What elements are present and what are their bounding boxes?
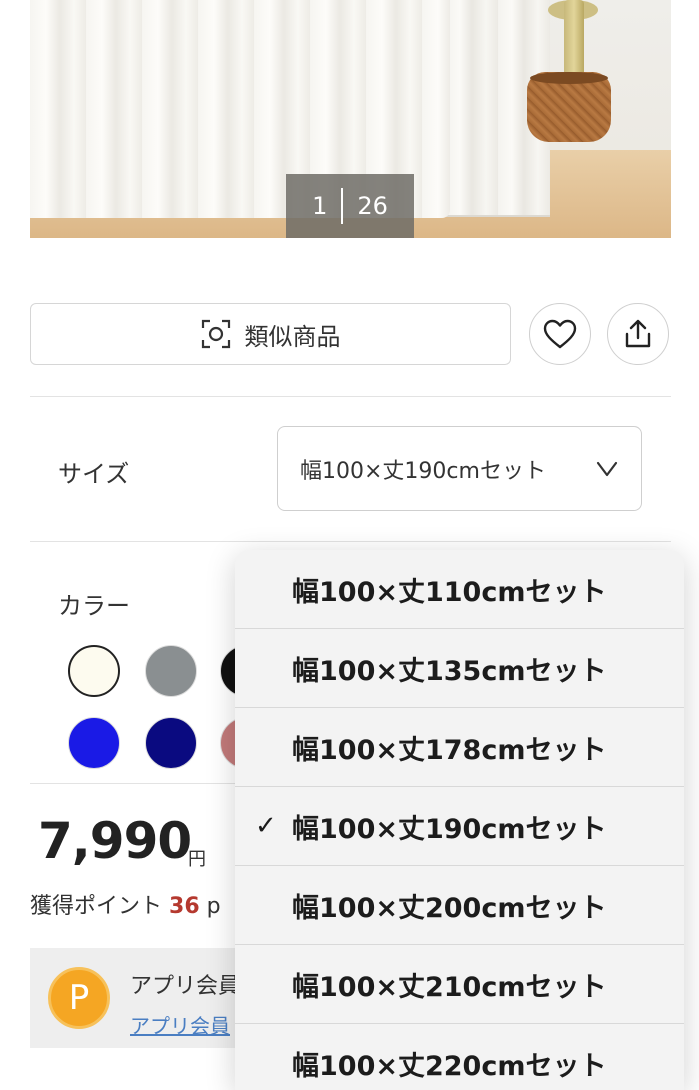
color-swatch-navy[interactable]: [145, 717, 197, 769]
favorite-button[interactable]: [529, 303, 591, 365]
points-unit: p: [206, 894, 221, 919]
size-option-label: 幅100×丈190cmセット: [292, 813, 607, 845]
price-unit: 円: [188, 849, 206, 870]
image-counter: 1 26: [286, 174, 414, 238]
app-member-title: アプリ会員: [130, 974, 241, 999]
size-select[interactable]: 幅100×丈190cmセット: [277, 426, 642, 511]
divider: [30, 396, 671, 397]
similar-products-label: 類似商品: [244, 322, 341, 351]
price-amount: 7,990: [38, 812, 192, 870]
size-option-label: 幅100×丈110cmセット: [292, 576, 607, 608]
chevron-down-icon: [596, 461, 618, 476]
points-badge-icon: P: [48, 967, 110, 1029]
size-option-label: 幅100×丈220cmセット: [292, 1050, 607, 1082]
size-option-label: 幅100×丈135cmセット: [292, 655, 607, 687]
size-dropdown-menu: 幅100×丈110cmセット 幅100×丈135cmセット 幅100×丈178c…: [235, 550, 684, 1090]
size-option[interactable]: 幅100×丈200cmセット: [235, 866, 684, 945]
app-member-link[interactable]: アプリ会員: [130, 1010, 230, 1039]
share-button[interactable]: [607, 303, 669, 365]
size-option-label: 幅100×丈178cmセット: [292, 734, 607, 766]
size-option[interactable]: 幅100×丈178cmセット: [235, 708, 684, 787]
size-option-label: 幅100×丈210cmセット: [292, 971, 607, 1003]
size-option[interactable]: 幅100×丈210cmセット: [235, 945, 684, 1024]
size-label: サイズ: [58, 460, 130, 488]
color-swatch-gray[interactable]: [145, 645, 197, 697]
image-counter-current: 1: [312, 192, 328, 220]
size-option-selected[interactable]: ✓ 幅100×丈190cmセット: [235, 787, 684, 866]
scan-icon: [201, 319, 230, 349]
points-label: 獲得ポイント: [30, 894, 163, 919]
color-swatch-blue[interactable]: [68, 717, 120, 769]
size-option[interactable]: 幅100×丈135cmセット: [235, 629, 684, 708]
points-info: 獲得ポイント 36 p: [30, 888, 221, 920]
size-option[interactable]: 幅100×丈110cmセット: [235, 550, 684, 629]
points-value: 36: [169, 894, 200, 919]
size-selected-value: 幅100×丈190cmセット: [300, 458, 546, 484]
image-counter-separator: [341, 188, 344, 224]
plant-stem-decor: [564, 0, 584, 80]
heart-icon: [543, 319, 577, 349]
image-counter-total: 26: [357, 192, 388, 220]
checkmark-icon: ✓: [255, 811, 277, 841]
color-label: カラー: [58, 592, 130, 620]
size-option-label: 幅100×丈200cmセット: [292, 892, 607, 924]
color-swatch-white[interactable]: [68, 645, 120, 697]
plant-pot-rim-decor: [530, 72, 608, 84]
share-icon: [625, 319, 651, 348]
similar-products-button[interactable]: 類似商品: [30, 303, 511, 365]
divider: [30, 541, 671, 542]
size-option[interactable]: 幅100×丈220cmセット: [235, 1024, 684, 1090]
